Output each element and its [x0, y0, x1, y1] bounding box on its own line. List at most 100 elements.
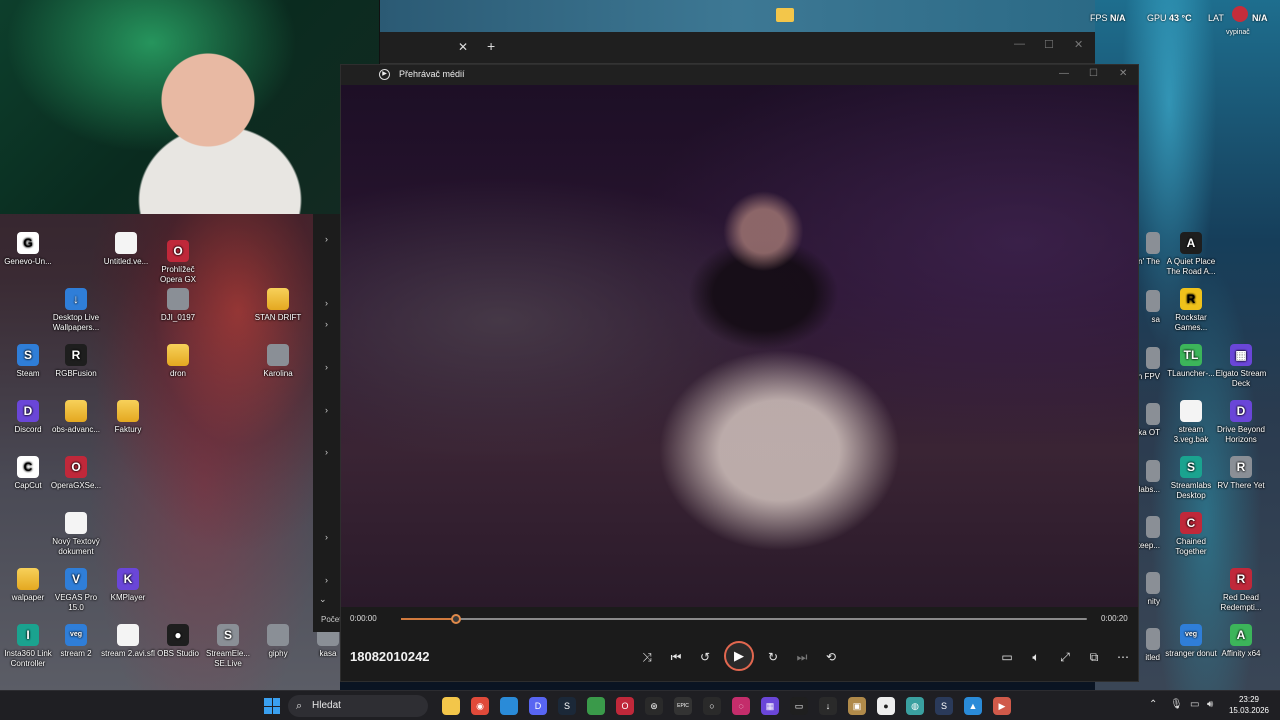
rewind-10-icon[interactable]: ↺ — [695, 647, 715, 667]
chevron-right-icon[interactable]: › — [325, 447, 328, 457]
desktop_right-desktop-icon[interactable]: R Rockstar Games... — [1163, 288, 1219, 333]
package-icon[interactable]: ▣ — [848, 697, 866, 715]
player-controls: 0:00:00 0:00:20 18082010242 ⤨ ⏮ ↺ ▶ ↻ ⏭ … — [341, 607, 1138, 681]
close-tab-icon[interactable]: ✕ — [458, 40, 468, 54]
desktop_left-desktop-icon[interactable]: veg stream 2 — [48, 624, 104, 659]
desktop_left-desktop-icon[interactable]: O Prohlížeč Opera GX — [150, 240, 206, 285]
media-title: 18082010242 — [350, 649, 430, 664]
desktop_right-desktop-icon[interactable]: veg stranger donut — [1163, 624, 1219, 659]
desktop_right-desktop-icon[interactable]: R RV There Yet — [1213, 456, 1269, 491]
opera-icon[interactable]: O — [616, 697, 634, 715]
repeat-off-icon[interactable]: ⟲ — [821, 647, 841, 667]
desktop_right-desktop-icon[interactable]: A A Quiet Place The Road A... — [1163, 232, 1219, 277]
opera-gx-icon[interactable]: ◌ — [732, 697, 750, 715]
close-icon[interactable]: ✕ — [1074, 38, 1083, 51]
desktop_left-desktop-icon[interactable]: Faktury — [100, 400, 156, 435]
desktop_left-desktop-icon[interactable]: obs-advanc... — [48, 400, 104, 435]
terminal-icon[interactable]: ▭ — [790, 697, 808, 715]
subtitles-icon[interactable]: ▭ — [997, 647, 1017, 667]
epic-icon[interactable]: EPIC — [674, 697, 692, 715]
desktop_right-desktop-icon[interactable]: stream 3.veg.bak — [1163, 400, 1219, 445]
play-button[interactable]: ▶ — [724, 641, 754, 671]
desktop_left-desktop-icon[interactable]: dron — [150, 344, 206, 379]
file-explorer-icon[interactable] — [442, 697, 460, 715]
download-icon[interactable]: ↓ — [819, 697, 837, 715]
chevron-right-icon[interactable]: › — [325, 575, 328, 585]
chevron-right-icon[interactable]: › — [325, 298, 328, 308]
shuffle-icon[interactable]: ⤨ — [637, 647, 657, 667]
close-icon[interactable]: ✕ — [1119, 68, 1127, 79]
steam2-icon[interactable]: S — [935, 697, 953, 715]
store-icon[interactable] — [500, 697, 518, 715]
app-icon: O — [167, 240, 189, 262]
desktop_left-desktop-icon[interactable]: STAN DRIFT — [250, 288, 306, 323]
chevron-right-icon[interactable]: › — [325, 405, 328, 415]
chevron-right-icon[interactable]: › — [325, 532, 328, 542]
cortana-icon[interactable]: ○ — [703, 697, 721, 715]
steam-taskbar-icon[interactable]: S — [558, 697, 576, 715]
desktop_right-desktop-icon[interactable]: R Red Dead Redempti... — [1213, 568, 1269, 613]
app-icon: veg — [65, 624, 87, 646]
maximize-icon[interactable]: ☐ — [1044, 38, 1054, 51]
chevron-up-icon[interactable]: ⌃ — [1149, 699, 1157, 710]
chrome-icon[interactable]: ◉ — [471, 697, 489, 715]
maximize-icon[interactable]: ☐ — [1089, 68, 1098, 79]
desktop_left-desktop-icon[interactable]: K KMPlayer — [100, 568, 156, 603]
desktop_left-desktop-icon[interactable]: O OperaGXSe... — [48, 456, 104, 491]
video-frame[interactable] — [341, 85, 1138, 607]
desktop_right-desktop-icon[interactable]: A Affinity x64 — [1213, 624, 1269, 659]
seek-bar[interactable] — [401, 614, 1087, 624]
player-titlebar: ▶ Přehrávač médií — ☐ ✕ — [341, 65, 1138, 85]
desktop_left-desktop-icon[interactable]: G Genevo-Un... — [0, 232, 56, 267]
desktop_left-desktop-icon[interactable]: R RGBFusion — [48, 344, 104, 379]
previous-icon[interactable]: ⏮ — [666, 647, 686, 667]
media-player-taskbar-icon[interactable]: ▶ — [993, 697, 1011, 715]
chevron-right-icon[interactable]: › — [325, 362, 328, 372]
desktop-icon-label: Faktury — [114, 425, 142, 434]
desktop_left-desktop-icon[interactable]: stream 2.avi.sfl — [100, 624, 156, 659]
desktop_right-desktop-icon[interactable]: TL TLauncher-... — [1163, 344, 1219, 379]
forward-30-icon[interactable]: ↻ — [763, 647, 783, 667]
miniplayer-icon[interactable]: ⧉ — [1084, 647, 1104, 667]
chevron-down-icon[interactable]: ⌄ — [319, 594, 327, 605]
folder-icon[interactable] — [776, 8, 794, 22]
chatgpt-icon[interactable]: ⊛ — [645, 697, 663, 715]
desktop_left-desktop-icon[interactable]: ↓ Desktop Live Wallpapers... — [48, 288, 104, 333]
desktop_right-desktop-icon[interactable]: ▦ Elgato Stream Deck — [1213, 344, 1269, 389]
next-icon[interactable]: ⏭ — [792, 647, 812, 667]
display-icon[interactable]: ▭ — [1190, 699, 1199, 710]
fullscreen-icon[interactable]: ⤢ — [1055, 647, 1075, 667]
desktop_left-desktop-icon[interactable]: ● OBS Studio — [150, 624, 206, 659]
start-button[interactable] — [264, 698, 280, 714]
desktop_left-desktop-icon[interactable]: giphy — [250, 624, 306, 659]
chevron-right-icon[interactable]: › — [325, 234, 328, 244]
desktop_left-desktop-icon[interactable]: Nový Textový dokument — [48, 512, 104, 557]
clock[interactable]: 23:29 15.03.2026 — [1226, 694, 1272, 716]
taskbar-search[interactable]: ⌕ Hledat — [288, 695, 428, 717]
volume-icon[interactable]: 🔈︎ — [1026, 647, 1046, 667]
new-tab-icon[interactable]: + — [487, 38, 495, 54]
grid-app-icon[interactable]: ▦ — [761, 697, 779, 715]
microphone-icon[interactable]: 🎙︎ — [1170, 699, 1183, 710]
minimize-icon[interactable]: — — [1014, 38, 1025, 50]
chevron-right-icon[interactable]: › — [325, 319, 328, 329]
photos-icon[interactable]: ▲ — [964, 697, 982, 715]
desktop_left-desktop-icon[interactable]: V VEGAS Pro 15.0 — [48, 568, 104, 613]
desktop_right-desktop-icon[interactable]: D Drive Beyond Horizons — [1213, 400, 1269, 445]
more-options-icon[interactable]: ⋯ — [1113, 647, 1133, 667]
discord-taskbar-icon[interactable]: D — [529, 697, 547, 715]
desktop_right-desktop-icon[interactable]: C Chained Together — [1163, 512, 1219, 557]
minimize-icon[interactable]: — — [1059, 68, 1069, 79]
desktop-icon-label: Discord — [14, 425, 42, 434]
obs-taskbar-icon[interactable]: ● — [877, 697, 895, 715]
seek-thumb[interactable] — [450, 614, 461, 624]
globe-icon[interactable]: ◍ — [906, 697, 924, 715]
vypinac-icon[interactable] — [1232, 6, 1248, 22]
desktop_left-desktop-icon[interactable]: Karolina — [250, 344, 306, 379]
paint-icon[interactable] — [587, 697, 605, 715]
desktop_left-desktop-icon[interactable]: S StreamEle... SE.Live — [200, 624, 256, 669]
speaker-icon[interactable]: 🔊︎ — [1207, 699, 1213, 710]
desktop_right-desktop-icon[interactable]: S Streamlabs Desktop — [1163, 456, 1219, 501]
desktop_left-desktop-icon[interactable]: Untitled.ve... — [98, 232, 154, 267]
desktop_left-desktop-icon[interactable]: DJI_0197 — [150, 288, 206, 323]
